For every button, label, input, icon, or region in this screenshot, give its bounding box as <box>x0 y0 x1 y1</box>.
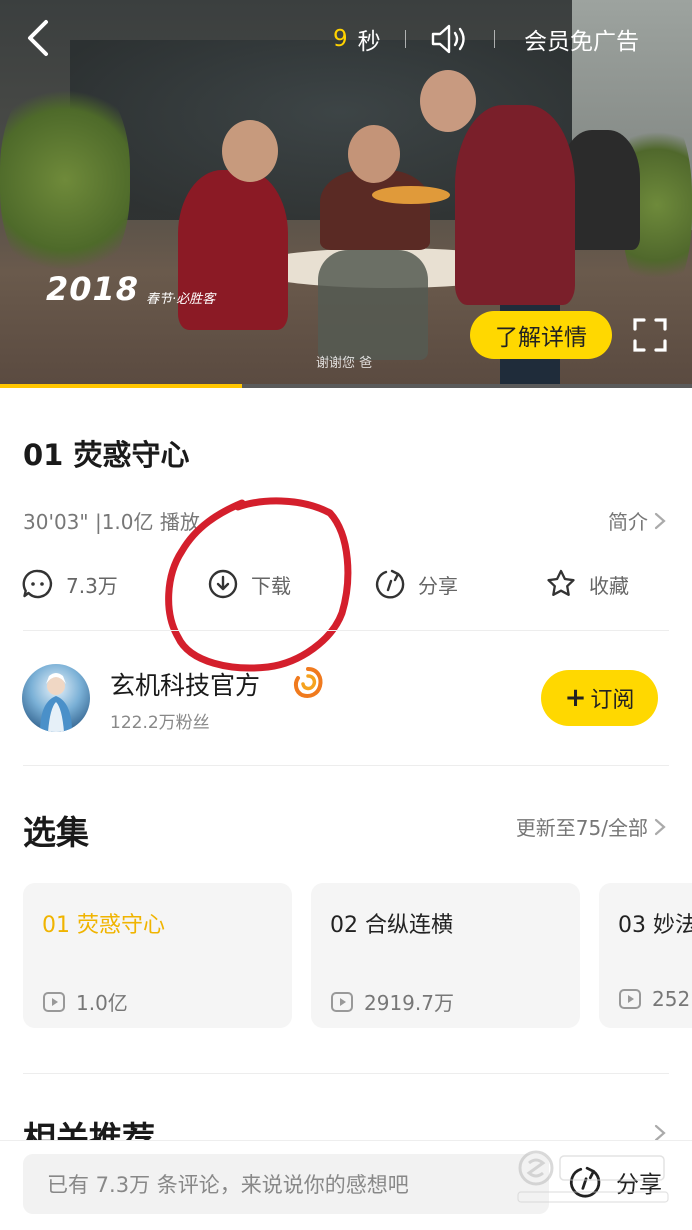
download-icon <box>208 569 238 599</box>
comment-input[interactable]: 已有 7.3万 条评论，来说说你的感想吧 <box>23 1154 549 1214</box>
episode-plays: 252 <box>618 987 690 1011</box>
episode-play-count: 1.0亿 <box>76 991 128 1015</box>
chevron-right-icon <box>654 512 666 529</box>
ad-scene-person <box>222 120 278 182</box>
favorite-label: 收藏 <box>589 573 629 598</box>
intro-label: 简介 <box>608 510 648 534</box>
verified-badge-icon <box>293 667 323 698</box>
subscribe-button[interactable]: + 订阅 <box>541 670 658 726</box>
favorite-button[interactable]: 收藏 <box>545 562 629 606</box>
ad-scene-chair <box>318 250 428 360</box>
bottom-share-label: 分享 <box>616 1172 662 1198</box>
back-button[interactable] <box>22 18 58 58</box>
episode-plays: 2919.7万 <box>330 987 454 1016</box>
star-icon <box>547 569 575 596</box>
vip-ad-free-link[interactable]: 会员免广告 <box>524 22 639 56</box>
video-title: 01 荧惑守心 <box>23 438 190 472</box>
ad-countdown-unit: 秒 <box>357 29 381 55</box>
episode-card[interactable]: 03 妙法 252 <box>599 883 692 1028</box>
channel-name[interactable]: 玄机科技官方 <box>110 666 260 702</box>
episode-title: 03 妙法 <box>618 913 692 938</box>
ad-scene-tree <box>0 70 130 290</box>
share-icon <box>569 1166 601 1198</box>
ad-year-logo: 2018 <box>46 270 140 308</box>
play-count-icon <box>43 991 65 1012</box>
episode-play-count: 252 <box>652 987 691 1011</box>
related-section-title: 相关推荐 <box>23 1119 155 1140</box>
play-count-icon <box>619 989 641 1009</box>
divider <box>23 1073 669 1074</box>
action-row: 7.3万 下载 分享 收藏 <box>0 562 692 606</box>
episode-title: 02 合纵连横 <box>330 913 453 938</box>
channel-fans: 122.2万粉丝 <box>110 713 210 733</box>
avatar-art <box>40 673 72 732</box>
divider <box>404 30 406 48</box>
plus-icon: + <box>564 683 587 713</box>
comment-count: 7.3万 <box>66 573 118 598</box>
back-arrow-icon <box>28 20 48 56</box>
ad-scene-person <box>348 125 400 183</box>
comment-button[interactable]: 7.3万 <box>22 562 118 606</box>
share-button[interactable]: 分享 <box>374 562 458 606</box>
episode-play-count: 2919.7万 <box>364 991 454 1015</box>
ad-slogan: 春节·必胜客 <box>146 292 216 307</box>
chevron-right-icon <box>654 818 666 835</box>
ad-countdown-number: 9 <box>333 26 348 52</box>
bottom-bar: 已有 7.3万 条评论，来说说你的感想吧 分享 <box>0 1140 692 1230</box>
bottom-share-button[interactable]: 分享 <box>568 1165 662 1199</box>
episode-card[interactable]: 01 荧惑守心 1.0亿 <box>23 883 292 1028</box>
update-label: 更新至75/全部 <box>515 816 648 840</box>
download-label: 下载 <box>251 573 291 598</box>
share-icon <box>375 569 405 599</box>
channel-avatar[interactable] <box>22 664 90 732</box>
fullscreen-icon[interactable] <box>632 317 668 353</box>
comment-icon <box>22 569 53 599</box>
divider <box>493 30 495 48</box>
divider <box>23 765 669 766</box>
ad-progress-fill <box>0 384 243 388</box>
video-player[interactable]: 9 秒 会员免广告 2018 春节·必胜客 谢谢您 爸 了解详情 <box>0 0 692 388</box>
ad-countdown: 9 秒 <box>333 22 519 56</box>
all-episodes-link[interactable]: 更新至75/全部 <box>516 812 666 841</box>
divider <box>23 630 669 631</box>
episode-title: 01 荧惑守心 <box>42 913 165 938</box>
video-detail-page: 9 秒 会员免广告 2018 春节·必胜客 谢谢您 爸 了解详情 01 荧惑守心… <box>0 0 692 1230</box>
play-count-icon <box>331 991 353 1012</box>
intro-link[interactable]: 简介 <box>608 506 666 535</box>
ad-subtitle: 谢谢您 爸 <box>316 356 373 371</box>
learn-more-button[interactable]: 了解详情 <box>470 311 612 359</box>
episode-card[interactable]: 02 合纵连横 2919.7万 <box>311 883 580 1028</box>
ad-scene-person <box>420 70 476 132</box>
subscribe-label: 订阅 <box>590 688 635 713</box>
volume-icon[interactable] <box>430 23 470 55</box>
ad-scene-person <box>455 105 575 305</box>
episode-plays: 1.0亿 <box>42 987 128 1016</box>
ad-scene-pizza <box>372 186 450 204</box>
video-meta: 30'03" |1.0亿 播放 <box>23 510 200 534</box>
download-button[interactable]: 下载 <box>207 562 291 606</box>
episodes-section-title: 选集 <box>23 813 89 852</box>
ad-progress-bar <box>0 384 692 388</box>
share-label: 分享 <box>418 573 458 598</box>
